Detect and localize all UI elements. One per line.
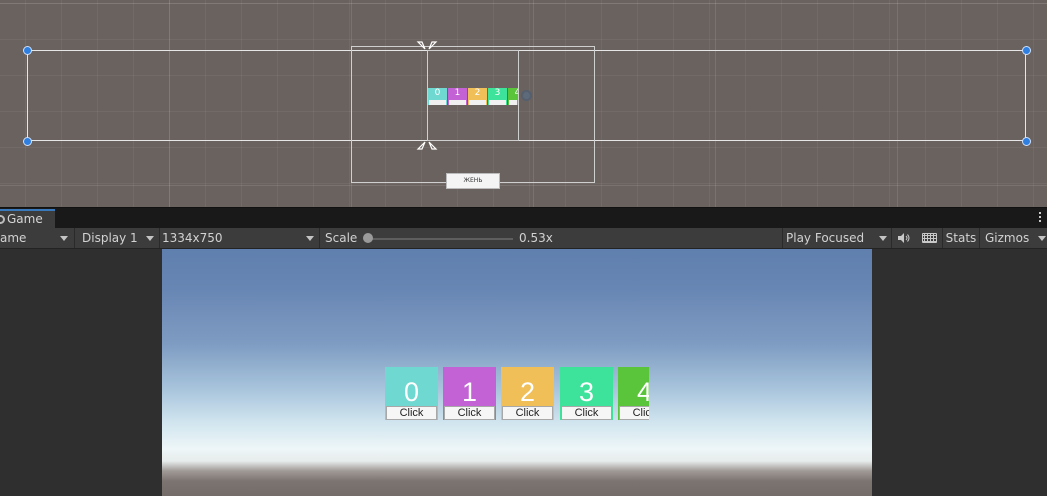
anchor-top-icon[interactable] — [416, 38, 438, 52]
scene-tile-row: 0 1 2 3 4 — [428, 88, 518, 105]
click-button[interactable]: Click — [502, 406, 553, 420]
scale-slider-track[interactable] — [368, 238, 513, 240]
number-tile: 2 Click — [501, 367, 554, 420]
resize-handle-bottom-right[interactable] — [1022, 137, 1031, 146]
game-viewport[interactable]: 0 Click 1 Click 2 Click 3 Click 4 Click — [162, 249, 872, 496]
scene-button[interactable]: ЖЕНЬ — [446, 173, 500, 189]
tab-game[interactable]: Game — [0, 209, 55, 229]
play-mode-label: Play Focused — [786, 231, 865, 245]
view-dropdown-label: ame — [0, 231, 27, 245]
game-toolbar: ame Display 1 1334x750 Scale 0.53x Play … — [0, 228, 1047, 249]
tile-row: 0 Click 1 Click 2 Click 3 Click 4 Click — [385, 367, 649, 420]
number-tile: 3 Click — [560, 367, 613, 420]
game-view: 0 Click 1 Click 2 Click 3 Click 4 Click — [0, 249, 1047, 496]
more-options-icon[interactable] — [1039, 212, 1041, 224]
scene-tile-number: 4 — [514, 88, 518, 98]
game-tab-bar: Game — [0, 207, 1047, 229]
scene-tile-button — [489, 100, 506, 105]
number-tile: 4 Click — [618, 367, 649, 420]
click-button[interactable]: Click — [386, 406, 437, 420]
click-button[interactable]: Click — [619, 406, 649, 420]
tab-game-label: Game — [7, 212, 43, 226]
mute-audio-icon[interactable] — [898, 233, 910, 243]
chevron-down-icon — [146, 236, 154, 241]
tile-number: 0 — [403, 377, 420, 407]
scene-tile[interactable]: 4 — [508, 88, 518, 105]
keyboard-shortcuts-icon[interactable] — [922, 233, 937, 243]
resize-handle-top-right[interactable] — [1022, 46, 1031, 55]
scene-view[interactable]: 0 1 2 3 4 ЖЕНЬ — [0, 0, 1047, 207]
anchor-bottom-icon[interactable] — [416, 139, 438, 153]
chevron-down-icon — [306, 236, 314, 241]
display-dropdown[interactable]: Display 1 — [75, 228, 160, 248]
gizmos-label: Gizmos — [985, 231, 1030, 245]
display-dropdown-label: Display 1 — [82, 231, 138, 245]
stats-label: Stats — [945, 231, 977, 245]
scene-tile[interactable]: 3 — [488, 88, 507, 105]
scene-tile-button — [469, 100, 486, 105]
scale-value: 0.53x — [519, 231, 553, 245]
scene-tile-number: 0 — [434, 88, 441, 98]
chevron-down-icon — [879, 236, 887, 241]
scale-label: Scale — [325, 231, 358, 245]
view-dropdown[interactable]: ame — [0, 228, 75, 248]
number-tile: 0 Click — [385, 367, 438, 420]
scene-tile[interactable]: 0 — [428, 88, 447, 105]
chevron-down-icon — [1038, 236, 1046, 241]
play-mode-dropdown[interactable]: Play Focused — [782, 228, 892, 248]
scene-tile[interactable]: 2 — [468, 88, 487, 105]
gizmos-dropdown[interactable]: Gizmos — [980, 228, 1047, 248]
scene-tile[interactable]: 1 — [448, 88, 467, 105]
tile-number: 4 — [636, 377, 649, 407]
stats-button[interactable]: Stats — [942, 228, 980, 248]
resolution-dropdown[interactable]: 1334x750 — [160, 228, 320, 248]
click-button[interactable]: Click — [444, 406, 495, 420]
resolution-dropdown-label: 1334x750 — [162, 231, 223, 245]
scene-tile-button — [449, 100, 466, 105]
resize-handle-bottom-left[interactable] — [23, 137, 32, 146]
tile-number: 2 — [519, 377, 536, 407]
scene-tile-number: 2 — [474, 88, 481, 98]
number-tile: 1 Click — [443, 367, 496, 420]
scene-tile-button — [509, 100, 517, 105]
tile-number: 1 — [461, 377, 478, 407]
pivot-handle[interactable] — [521, 90, 532, 101]
scene-tile-button — [429, 100, 446, 105]
game-icon — [0, 215, 5, 224]
resize-handle-top-left[interactable] — [23, 46, 32, 55]
click-button[interactable]: Click — [561, 406, 612, 420]
tile-number: 3 — [578, 377, 595, 407]
scene-tile-number: 1 — [454, 88, 461, 98]
chevron-down-icon — [60, 236, 68, 241]
scene-tile-number: 3 — [494, 88, 501, 98]
scale-slider-knob[interactable] — [363, 233, 373, 243]
